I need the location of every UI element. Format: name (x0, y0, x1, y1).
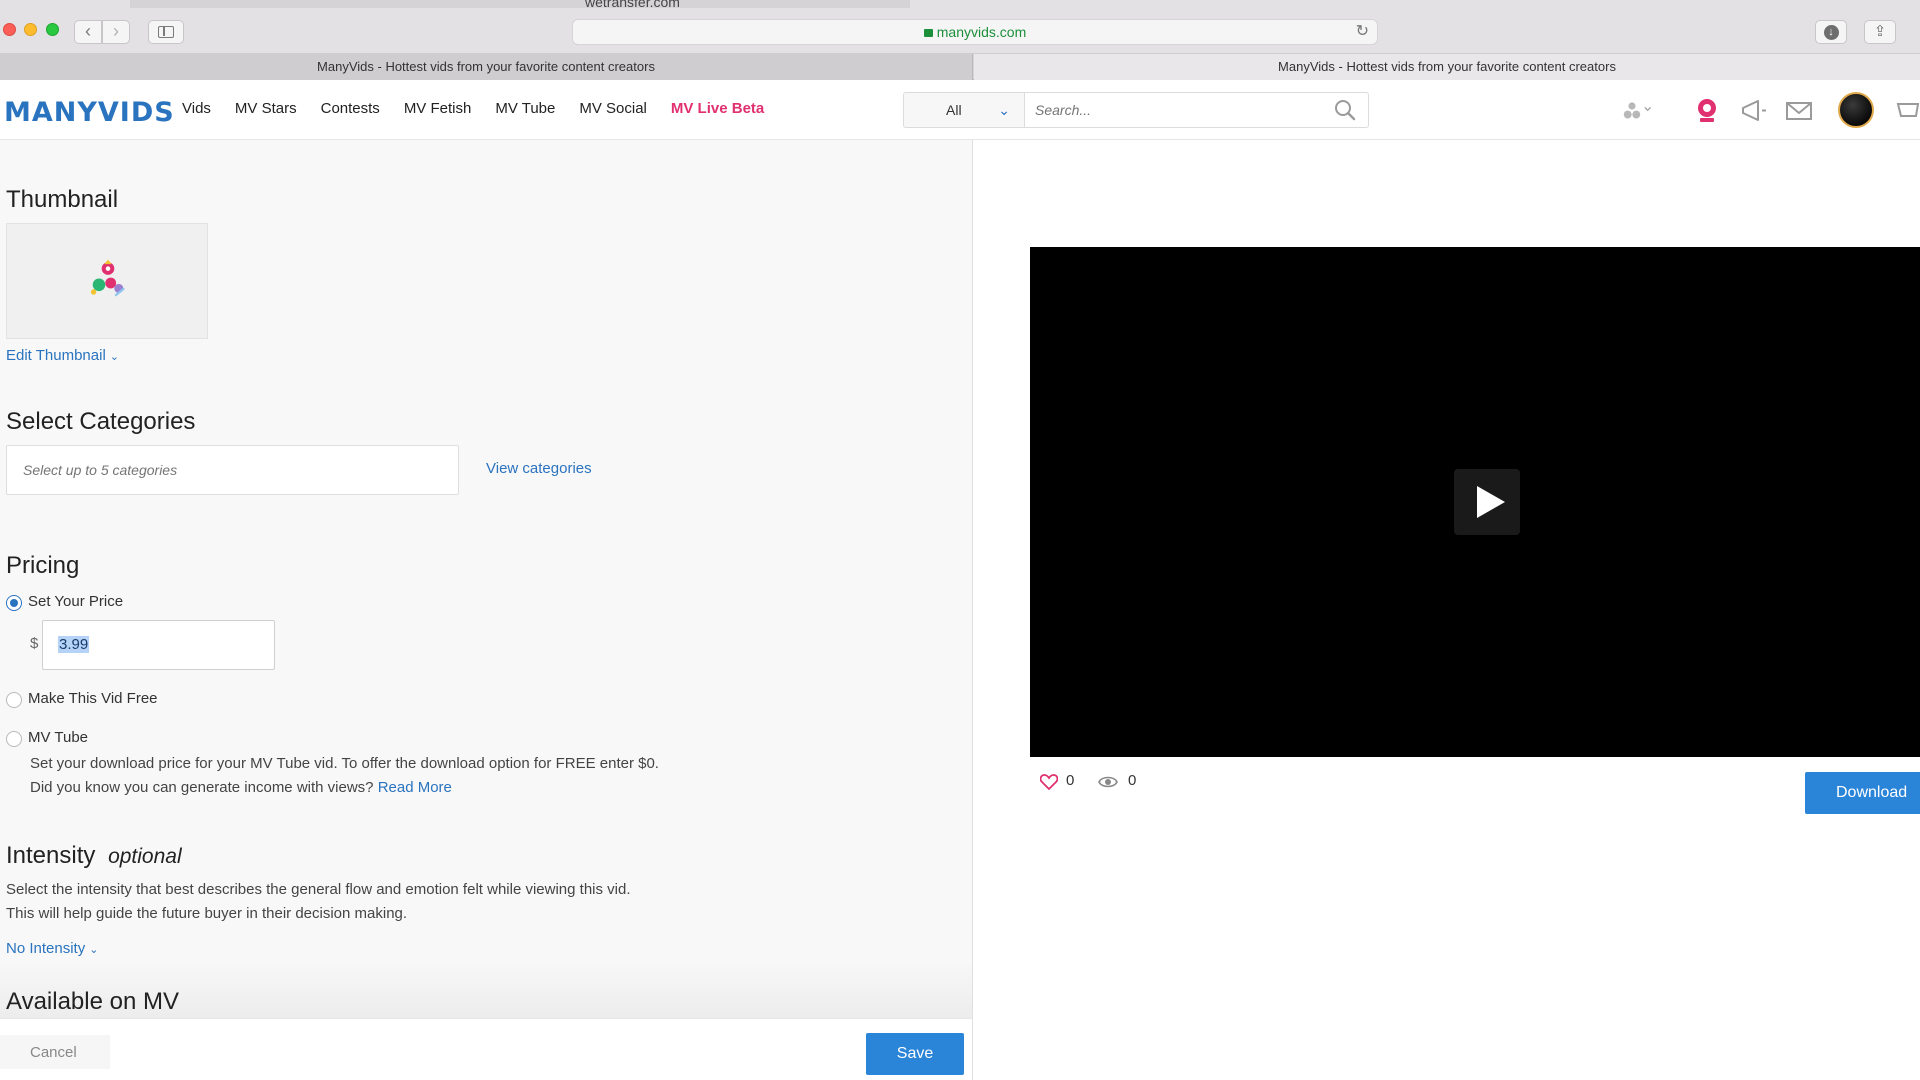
mv-tube-note-text: Did you know you can generate income wit… (30, 779, 374, 796)
heart-icon[interactable] (1040, 774, 1058, 790)
make-free-radio[interactable] (6, 692, 22, 708)
nav-vids[interactable]: Vids (182, 100, 211, 117)
chevron-down-icon: ⌄ (998, 102, 1010, 118)
views-count: 0 (1128, 772, 1137, 789)
vid-edit-panel[interactable]: Thumbnail Edit Thumbnail ⌄ Select Categor… (0, 140, 973, 1018)
sidebar-toggle-button[interactable] (148, 20, 184, 44)
play-button[interactable] (1454, 469, 1520, 535)
mv-crew-icon[interactable] (1622, 96, 1652, 126)
lock-icon (923, 29, 933, 37)
thumbnail-preview[interactable] (6, 223, 208, 339)
save-button[interactable]: Save (866, 1033, 964, 1075)
eye-icon (1098, 776, 1118, 788)
intensity-dropdown[interactable]: No Intensity ⌄ (6, 940, 98, 958)
chevron-left-icon: ‹ (85, 21, 91, 41)
nav-mv-social[interactable]: MV Social (579, 100, 647, 117)
price-value: 3.99 (58, 636, 90, 653)
background-window-url: wetransfer.com (585, 0, 680, 10)
user-avatar[interactable] (1838, 92, 1874, 128)
manyvids-mascot-icon (90, 259, 125, 297)
nav-mv-stars[interactable]: MV Stars (235, 100, 297, 117)
tab-manyvids-2[interactable]: ManyVids - Hottest vids from your favori… (974, 54, 1920, 80)
mail-icon[interactable] (1784, 96, 1814, 126)
browser-titlebar: wetransfer.com ‹ › manyvids.com ↻ ↓ ⇪ (0, 0, 1920, 54)
site-header: MANYVIDS Vids MV Stars Contests MV Fetis… (0, 80, 1920, 140)
megaphone-icon[interactable] (1738, 96, 1768, 126)
mv-tube-radio[interactable] (6, 731, 22, 747)
tab-manyvids-1[interactable]: ManyVids - Hottest vids from your favori… (0, 54, 973, 80)
intensity-description: Select the intensity that best describes… (6, 878, 631, 926)
search-scope-value: All (946, 102, 962, 118)
nav-mv-fetish[interactable]: MV Fetish (404, 100, 472, 117)
likes-count: 0 (1066, 772, 1075, 789)
back-button[interactable]: ‹ (74, 20, 102, 44)
view-categories-link[interactable]: View categories (486, 460, 592, 477)
select-categories-heading: Select Categories (6, 408, 196, 435)
intensity-title: Intensity (6, 842, 96, 869)
available-on-mv-heading: Available on MV (6, 988, 179, 1015)
sidebar-icon (158, 26, 174, 38)
chevron-down-icon: ⌄ (89, 944, 99, 956)
search-input[interactable] (1025, 92, 1369, 128)
edit-thumbnail-link[interactable]: Edit Thumbnail ⌄ (6, 347, 119, 365)
address-bar[interactable]: manyvids.com ↻ (572, 19, 1378, 45)
forward-button[interactable]: › (102, 20, 130, 44)
price-input[interactable]: 3.99 (42, 620, 275, 670)
mv-tube-note-line2: Did you know you can generate income wit… (30, 776, 659, 800)
intensity-desc-line1: Select the intensity that best describes… (6, 881, 631, 898)
chevron-right-icon: › (113, 21, 119, 41)
zoom-window-button[interactable] (46, 23, 59, 36)
reload-icon[interactable]: ↻ (1356, 20, 1369, 44)
intensity-desc-line2: This will help guide the future buyer in… (6, 905, 408, 922)
nav-mv-tube[interactable]: MV Tube (495, 100, 555, 117)
cancel-button[interactable]: Cancel (0, 1035, 110, 1069)
intensity-heading: Intensity optional (6, 842, 182, 870)
chevron-down-icon: ⌄ (109, 351, 119, 363)
vid-preview-panel: 0 0 Download (974, 140, 1920, 1080)
edit-thumbnail-label: Edit Thumbnail (6, 347, 106, 364)
mv-tube-label[interactable]: MV Tube (28, 729, 88, 746)
manyvids-logo[interactable]: MANYVIDS (4, 97, 175, 128)
webcam-live-icon[interactable] (1692, 96, 1722, 126)
search-scope-select[interactable]: All ⌄ (903, 92, 1025, 128)
edit-footer-bar: Cancel Save (0, 1018, 973, 1080)
mv-tube-note: Set your download price for your MV Tube… (30, 752, 659, 800)
intensity-optional-label: optional (108, 845, 182, 868)
video-player[interactable] (1030, 247, 1920, 757)
mv-tube-note-line1: Set your download price for your MV Tube… (30, 755, 659, 772)
download-arrow-icon: ↓ (1823, 25, 1839, 40)
set-your-price-label[interactable]: Set Your Price (28, 593, 123, 610)
set-your-price-radio[interactable] (6, 595, 22, 611)
minimize-window-button[interactable] (24, 23, 37, 36)
nav-mv-live-beta[interactable]: MV Live Beta (671, 100, 764, 117)
cart-icon[interactable] (1896, 96, 1920, 126)
download-button[interactable]: Download (1805, 772, 1920, 814)
background-window-strip: wetransfer.com (130, 0, 910, 10)
categories-input[interactable] (6, 445, 459, 495)
intensity-value: No Intensity (6, 940, 86, 957)
share-button[interactable]: ⇪ (1864, 20, 1896, 44)
read-more-link[interactable]: Read More (378, 779, 452, 796)
share-icon: ⇪ (1873, 23, 1887, 40)
address-url: manyvids.com (936, 24, 1027, 40)
pricing-heading: Pricing (6, 552, 80, 579)
main-nav: Vids MV Stars Contests MV Fetish MV Tube… (182, 100, 788, 117)
close-window-button[interactable] (3, 23, 16, 36)
search-icon[interactable] (1334, 99, 1356, 121)
thumbnail-heading: Thumbnail (6, 186, 119, 213)
tab-bar: ManyVids - Hottest vids from your favori… (0, 54, 1920, 80)
make-free-label[interactable]: Make This Vid Free (28, 690, 158, 707)
nav-contests[interactable]: Contests (321, 100, 380, 117)
currency-symbol: $ (30, 635, 39, 652)
downloads-button[interactable]: ↓ (1815, 20, 1847, 44)
